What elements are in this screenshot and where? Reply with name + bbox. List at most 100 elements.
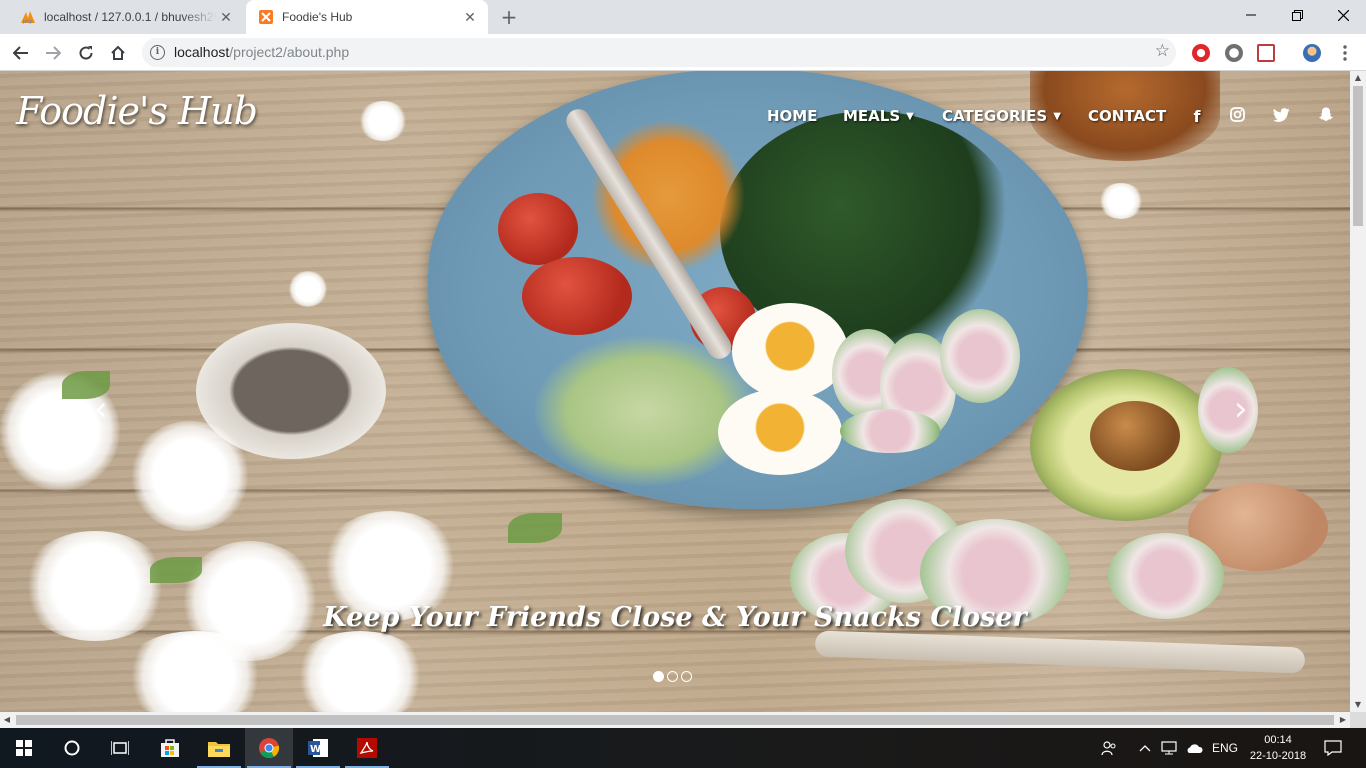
carousel-prev-button[interactable]: ‹ [94,389,108,429]
blossom [290,631,430,712]
back-button[interactable] [9,41,33,65]
radish-slice [840,409,940,453]
scroll-down-icon[interactable]: ▼ [1350,698,1366,712]
acrobat-icon [357,738,377,758]
site-logo[interactable]: Foodie's Hub [16,89,258,133]
browser-toolbar: i localhost/project2/about.php ☆ [0,34,1366,71]
tomato [522,257,632,335]
forward-button[interactable] [41,41,65,65]
forward-arrow-icon [46,46,61,60]
scroll-thumb[interactable] [16,715,1334,725]
chrome-app[interactable] [245,728,293,768]
profile-avatar[interactable] [1303,44,1321,62]
blossom [1098,183,1144,219]
cortana-circle-icon [64,740,80,756]
nav-categories-dropdown[interactable]: CATEGORIES ▼ [942,107,1089,125]
restore-button[interactable] [1274,0,1320,30]
clock[interactable]: 00:14 22-10-2018 [1236,732,1320,764]
people-icon[interactable] [1101,728,1117,768]
clock-time: 00:14 [1264,734,1292,746]
language-indicator[interactable]: ENG [1212,728,1238,768]
blossom [288,271,328,307]
info-icon[interactable]: i [150,45,165,60]
horizontal-scrollbar[interactable]: ◀ ▶ [0,712,1350,728]
action-center-icon[interactable] [1324,728,1342,768]
close-window-button[interactable] [1320,0,1366,30]
nav-home[interactable]: HOME [767,107,817,125]
nav-meals-dropdown[interactable]: MEALS ▼ [843,107,942,125]
start-button[interactable] [0,728,48,768]
cloud-glyph [1187,744,1203,753]
home-button[interactable] [106,41,130,65]
tomato-slice [498,193,578,265]
task-view-button[interactable] [96,728,144,768]
bookmark-star-icon[interactable]: ☆ [1155,41,1170,61]
home-icon [111,45,125,60]
restore-icon [1291,9,1303,21]
leaf [150,557,202,583]
tab-phpmyadmin[interactable]: php localhost / 127.0.0.1 / bhuvesh20 ✕ [8,0,244,34]
nav-meals[interactable]: MEALS [843,107,900,125]
tab-title: localhost / 127.0.0.1 / bhuvesh20 [44,10,216,24]
nav-categories[interactable]: CATEGORIES [942,107,1047,125]
cortana-button[interactable] [48,728,96,768]
carousel-indicator-2[interactable] [667,671,678,682]
radish-slice [1198,367,1258,453]
file-explorer-icon [208,742,230,757]
avocado-pit [1090,401,1180,471]
store-app[interactable] [146,728,194,768]
network-icon[interactable] [1161,728,1179,768]
snapchat-glyph [1319,107,1333,121]
leaf [508,513,562,543]
show-hidden-icons-chevron-icon[interactable] [1139,728,1151,768]
task-view-icon [111,741,129,755]
clock-date: 22-10-2018 [1249,750,1307,762]
snapchat-icon[interactable] [1315,107,1337,127]
scroll-up-icon[interactable]: ▲ [1350,71,1366,85]
tab-strip: php localhost / 127.0.0.1 / bhuvesh20 ✕ … [0,0,1366,34]
word-icon: W [308,739,328,757]
opera-extension-icon[interactable] [1192,44,1210,62]
file-explorer-app[interactable] [195,728,243,768]
boiled-egg [718,389,842,475]
twitter-icon[interactable] [1270,107,1292,127]
onedrive-cloud-icon[interactable] [1185,728,1203,768]
address-bar[interactable]: i localhost/project2/about.php ☆ [142,38,1176,67]
scroll-thumb[interactable] [1353,86,1363,226]
reload-button[interactable] [74,41,98,65]
instagram-icon[interactable] [1226,107,1248,127]
new-tab-button[interactable]: + [497,6,521,28]
tab-title: Foodie's Hub [282,10,353,24]
extension-icon[interactable] [1225,44,1243,62]
url-text[interactable]: localhost/project2/about.php [174,44,349,60]
nav-contact[interactable]: CONTACT [1088,107,1166,125]
nav-contact-wrap: CONTACT [1088,107,1194,125]
hero-carousel: Foodie's Hub HOME MEALS ▼ CATEGORIES ▼ C… [0,71,1350,712]
word-app[interactable]: W [294,728,342,768]
acrobat-app[interactable] [343,728,391,768]
xampp-icon [259,10,273,24]
close-icon [1337,9,1349,21]
store-icon [161,739,179,757]
carousel-indicator-1[interactable] [653,671,664,682]
menu-button[interactable] [1333,41,1357,65]
windows-taskbar: W ENG 00:14 22-10-2018 [0,728,1366,768]
svg-text:W: W [310,744,321,755]
kebab-menu-icon [1343,45,1347,61]
reload-icon [79,46,93,60]
blossom [358,101,408,141]
shield-extension-icon[interactable] [1257,44,1275,62]
tab-foodies-hub[interactable]: Foodie's Hub ✕ [246,0,488,34]
instagram-glyph [1229,107,1245,122]
close-icon[interactable]: ✕ [460,7,480,27]
carousel-next-button[interactable]: › [1234,389,1248,429]
svg-text:php: php [23,19,33,25]
minimize-button[interactable] [1228,0,1274,30]
close-icon[interactable]: ✕ [216,7,236,27]
scroll-right-icon[interactable]: ▶ [1336,712,1350,728]
vertical-scrollbar[interactable]: ▲ ▼ [1350,71,1366,712]
minimize-icon [1246,14,1256,16]
scroll-left-icon[interactable]: ◀ [0,712,14,728]
carousel-indicator-3[interactable] [681,671,692,682]
facebook-icon[interactable]: f [1186,107,1208,127]
